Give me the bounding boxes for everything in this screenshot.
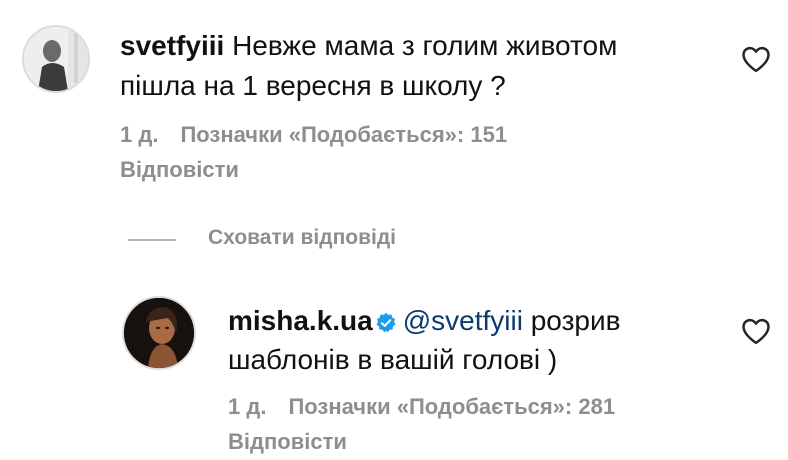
comment-text-line2: пішла на 1 вересня в школу ?: [120, 70, 506, 101]
comment-meta: 1 д. Позначки «Подобається»: 151: [120, 122, 529, 148]
comment-text: Невже мама з голим животом: [232, 30, 618, 61]
reply-button[interactable]: Відповісти: [120, 157, 239, 183]
timestamp[interactable]: 1 д.: [228, 394, 266, 419]
comment-body: svetfyiii Невже мама з голим животом: [120, 26, 617, 66]
divider-line: [128, 239, 176, 241]
verified-badge-icon: [375, 305, 397, 345]
heart-outline-icon[interactable]: [741, 317, 771, 345]
comment-text: розрив: [530, 305, 621, 336]
avatar[interactable]: [22, 25, 90, 93]
mention-link[interactable]: @svetfyiii: [403, 305, 523, 336]
username[interactable]: misha.k.ua: [228, 305, 373, 336]
likes-count[interactable]: Позначки «Подобається»: 151: [180, 122, 507, 147]
heart-outline-icon[interactable]: [741, 45, 771, 73]
comment-meta: 1 д. Позначки «Подобається»: 281: [228, 394, 637, 420]
username[interactable]: svetfyiii: [120, 30, 224, 61]
hide-replies-button[interactable]: Сховати відповіді: [208, 226, 396, 250]
timestamp[interactable]: 1 д.: [120, 122, 158, 147]
likes-count[interactable]: Позначки «Подобається»: 281: [288, 394, 615, 419]
reply-button[interactable]: Відповісти: [228, 429, 347, 455]
comment-text-line2: шаблонів в вашій голові ): [228, 344, 558, 375]
comment-body: misha.k.ua @svetfyiii розрив: [228, 301, 621, 345]
avatar[interactable]: [122, 296, 196, 370]
